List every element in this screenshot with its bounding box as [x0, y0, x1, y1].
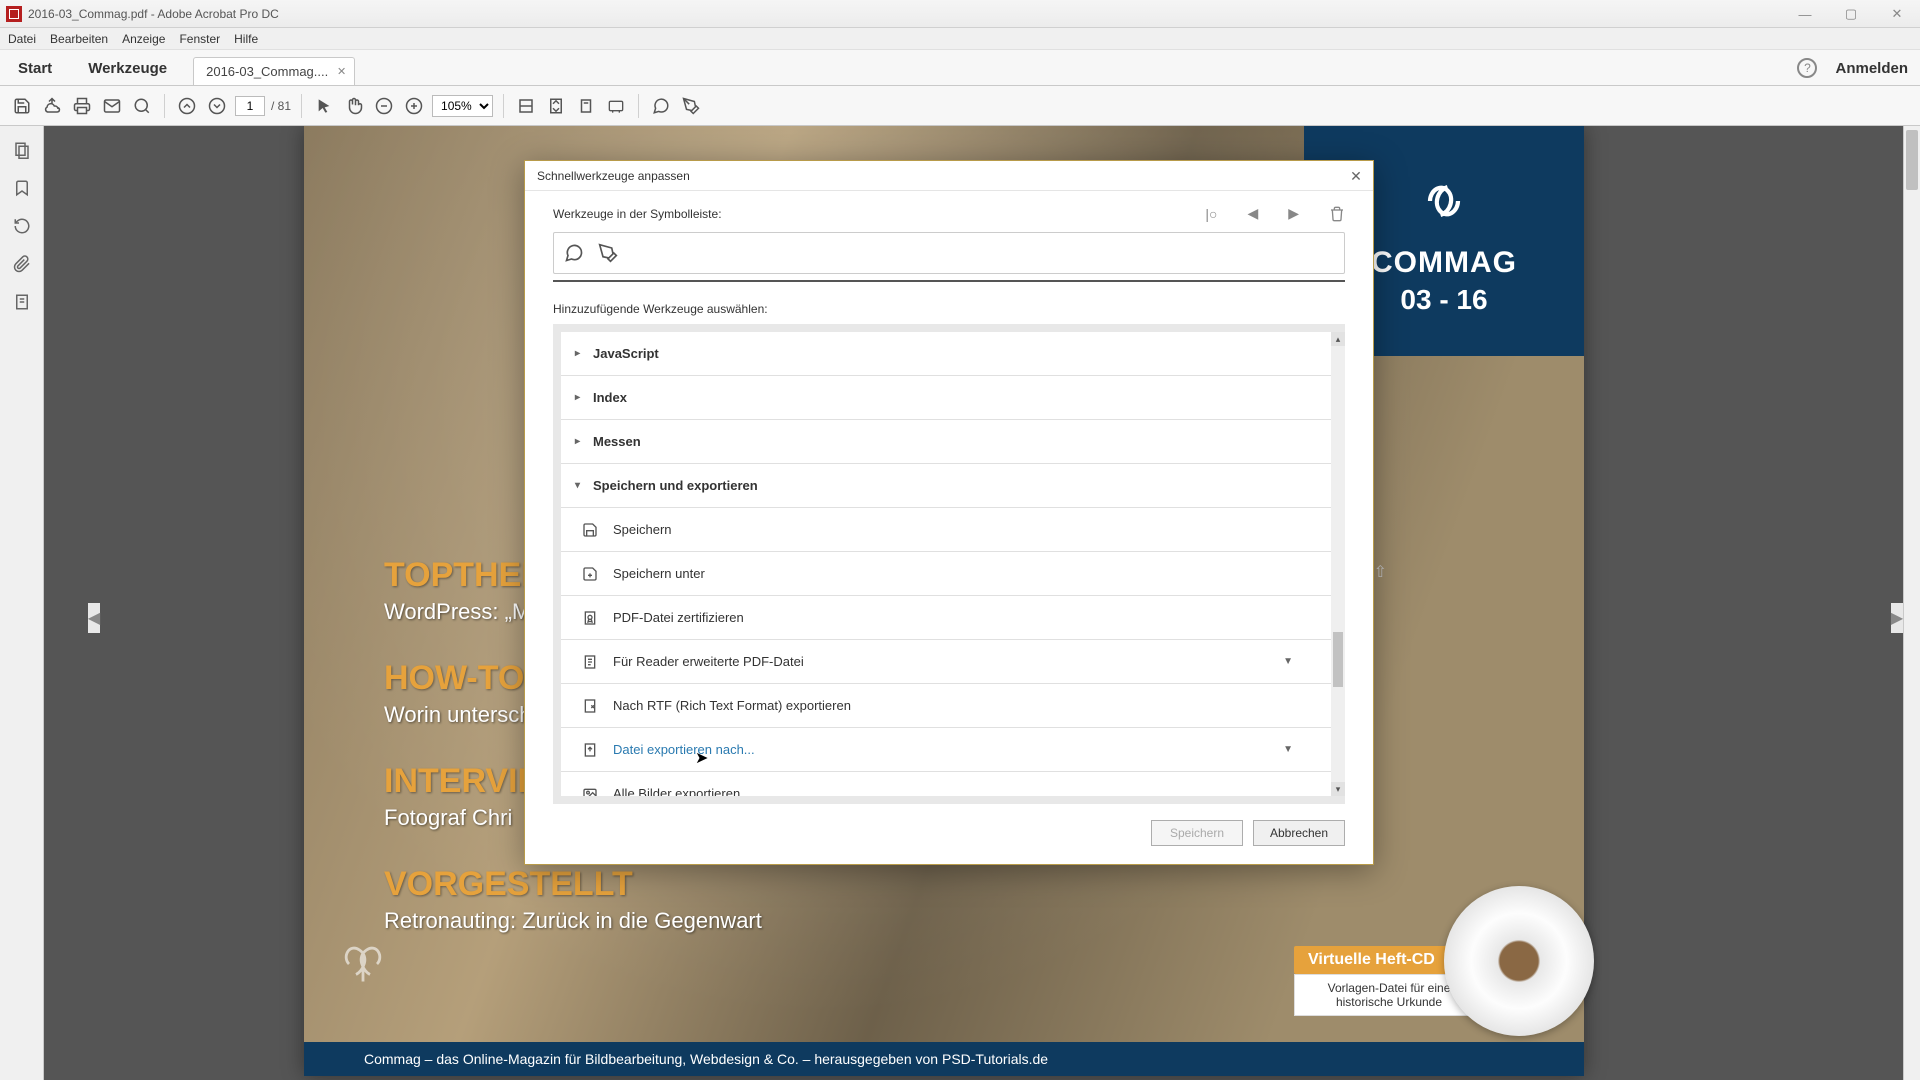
bookmarks-icon[interactable] — [12, 178, 32, 198]
footer-text: Commag – das Online-Magazin für Bildbear… — [364, 1051, 1048, 1067]
headline-cat: VORGESTELLT — [384, 865, 1034, 904]
rtf-icon — [581, 697, 599, 715]
save-icon[interactable] — [10, 94, 34, 118]
comment-icon[interactable] — [649, 94, 673, 118]
category-index[interactable]: ▸Index — [561, 376, 1331, 420]
butterfly-logo-icon — [328, 936, 398, 996]
tool-highlight-icon[interactable] — [598, 243, 618, 263]
print-icon[interactable] — [70, 94, 94, 118]
search-icon[interactable] — [130, 94, 154, 118]
delete-icon[interactable] — [1329, 206, 1345, 222]
help-icon[interactable]: ? — [1797, 58, 1817, 78]
menu-view[interactable]: Anzeige — [122, 32, 165, 46]
tab-bar: Start Werkzeuge 2016-03_Commag.... ✕ ? A… — [0, 50, 1920, 86]
cert-icon — [581, 609, 599, 627]
highlight-icon[interactable] — [679, 94, 703, 118]
toolbar-tools-label: Werkzeuge in der Symbolleiste: — [553, 207, 722, 221]
menu-edit[interactable]: Bearbeiten — [50, 32, 108, 46]
fit-page-icon[interactable] — [544, 94, 568, 118]
current-toolbar-strip[interactable] — [553, 232, 1345, 274]
page-down-icon[interactable] — [205, 94, 229, 118]
dialog-titlebar: Schnellwerkzeuge anpassen ✕ — [525, 161, 1373, 191]
category-javascript[interactable]: ▸JavaScript — [561, 332, 1331, 376]
window-minimize-button[interactable]: — — [1782, 0, 1828, 28]
tool-item-pdf-datei-zertifizieren[interactable]: PDF-Datei zertifizieren — [561, 596, 1331, 640]
read-mode-icon[interactable] — [604, 94, 628, 118]
page-up-icon[interactable] — [175, 94, 199, 118]
tool-item-alle-bilder-exportieren[interactable]: Alle Bilder exportieren — [561, 772, 1331, 796]
move-right-icon[interactable]: ▶ — [1288, 205, 1299, 222]
document-tab[interactable]: 2016-03_Commag.... ✕ — [193, 57, 355, 85]
customize-tools-dialog: Schnellwerkzeuge anpassen ✕ Werkzeuge in… — [524, 160, 1374, 865]
left-nav-rail — [0, 126, 44, 1080]
brand-logo-icon — [1409, 166, 1479, 236]
page-number-input[interactable] — [235, 96, 265, 116]
brand-title: COMMAG — [1371, 246, 1517, 280]
window-titlebar: 2016-03_Commag.pdf - Adobe Acrobat Pro D… — [0, 0, 1920, 28]
export-icon — [581, 741, 599, 759]
tool-item-speichern[interactable]: Speichern — [561, 508, 1331, 552]
brand-issue: 03 - 16 — [1400, 284, 1487, 316]
dialog-title: Schnellwerkzeuge anpassen — [537, 169, 690, 183]
tab-start[interactable]: Start — [0, 52, 70, 85]
hand-tool-icon[interactable] — [342, 94, 366, 118]
available-tools-box: ▸JavaScript▸Index▸Messen▾Speichern und e… — [553, 324, 1345, 804]
main-toolbar: / 81 105% — [0, 86, 1920, 126]
attachments-icon[interactable] — [12, 254, 32, 274]
rotate-nav-icon[interactable] — [12, 216, 32, 236]
dialog-close-button[interactable]: ✕ — [1345, 165, 1367, 187]
tool-item-datei-exportieren-nach-[interactable]: Datei exportieren nach...▼ — [561, 728, 1331, 772]
cd-widget: Virtuelle Heft-CD Vorlagen-Datei für ein… — [1294, 946, 1594, 1016]
menu-window[interactable]: Fenster — [179, 32, 220, 46]
thumbnails-icon[interactable] — [12, 140, 32, 160]
zoom-out-icon[interactable] — [372, 94, 396, 118]
mail-icon[interactable] — [100, 94, 124, 118]
cloud-icon[interactable] — [40, 94, 64, 118]
window-title: 2016-03_Commag.pdf - Adobe Acrobat Pro D… — [28, 7, 279, 21]
menu-help[interactable]: Hilfe — [234, 32, 258, 46]
menubar: Datei Bearbeiten Anzeige Fenster Hilfe — [0, 28, 1920, 50]
cancel-button[interactable]: Abbrechen — [1253, 820, 1345, 846]
tab-tools[interactable]: Werkzeuge — [70, 52, 185, 85]
fit-width-icon[interactable] — [514, 94, 538, 118]
page-footer: Commag – das Online-Magazin für Bildbear… — [304, 1042, 1584, 1076]
add-tools-label: Hinzuzufügende Werkzeuge auswählen: — [553, 302, 1345, 316]
window-maximize-button[interactable]: ▢ — [1828, 0, 1874, 28]
prev-page-handle[interactable]: ◀ — [88, 603, 100, 633]
add-to-toolbar-icon[interactable]: ⇧ — [1374, 562, 1387, 582]
tool-comment-icon[interactable] — [564, 243, 584, 263]
tool-item-speichern-unter[interactable]: Speichern unter — [561, 552, 1331, 596]
app-icon — [6, 6, 22, 22]
vertical-scrollbar[interactable] — [1903, 126, 1920, 1080]
cd-label: Virtuelle Heft-CD — [1294, 946, 1449, 974]
tab-close-icon[interactable]: ✕ — [337, 65, 346, 78]
layers-icon[interactable] — [12, 292, 32, 312]
insert-separator-icon[interactable]: |○ — [1205, 206, 1217, 222]
reader-icon — [581, 653, 599, 671]
window-close-button[interactable]: ✕ — [1874, 0, 1920, 28]
zoom-in-icon[interactable] — [402, 94, 426, 118]
tools-scrollbar[interactable]: ▴ ▾ — [1331, 332, 1345, 796]
page-total-label: / 81 — [271, 99, 291, 113]
zoom-select[interactable]: 105% — [432, 95, 493, 117]
rotate-icon[interactable] — [574, 94, 598, 118]
document-tab-label: 2016-03_Commag.... — [206, 64, 328, 79]
images-icon — [581, 785, 599, 797]
cd-disc-icon — [1444, 886, 1594, 1036]
signin-link[interactable]: Anmelden — [1835, 60, 1908, 77]
save-button: Speichern — [1151, 820, 1243, 846]
saveas-icon — [581, 565, 599, 583]
select-tool-icon[interactable] — [312, 94, 336, 118]
category-messen[interactable]: ▸Messen — [561, 420, 1331, 464]
category-speichern-und-exportieren[interactable]: ▾Speichern und exportieren — [561, 464, 1331, 508]
save-icon — [581, 521, 599, 539]
headline-sub: Retronauting: Zurück in die Gegenwart — [384, 908, 1034, 934]
menu-file[interactable]: Datei — [8, 32, 36, 46]
move-left-icon[interactable]: ◀ — [1247, 205, 1258, 222]
tool-item-f-r-reader-erweiterte-pdf-datei[interactable]: Für Reader erweiterte PDF-Datei▼ — [561, 640, 1331, 684]
next-page-handle[interactable]: ▶ — [1891, 603, 1903, 633]
tool-item-nach-rtf-rich-text-format-exportieren[interactable]: Nach RTF (Rich Text Format) exportieren — [561, 684, 1331, 728]
